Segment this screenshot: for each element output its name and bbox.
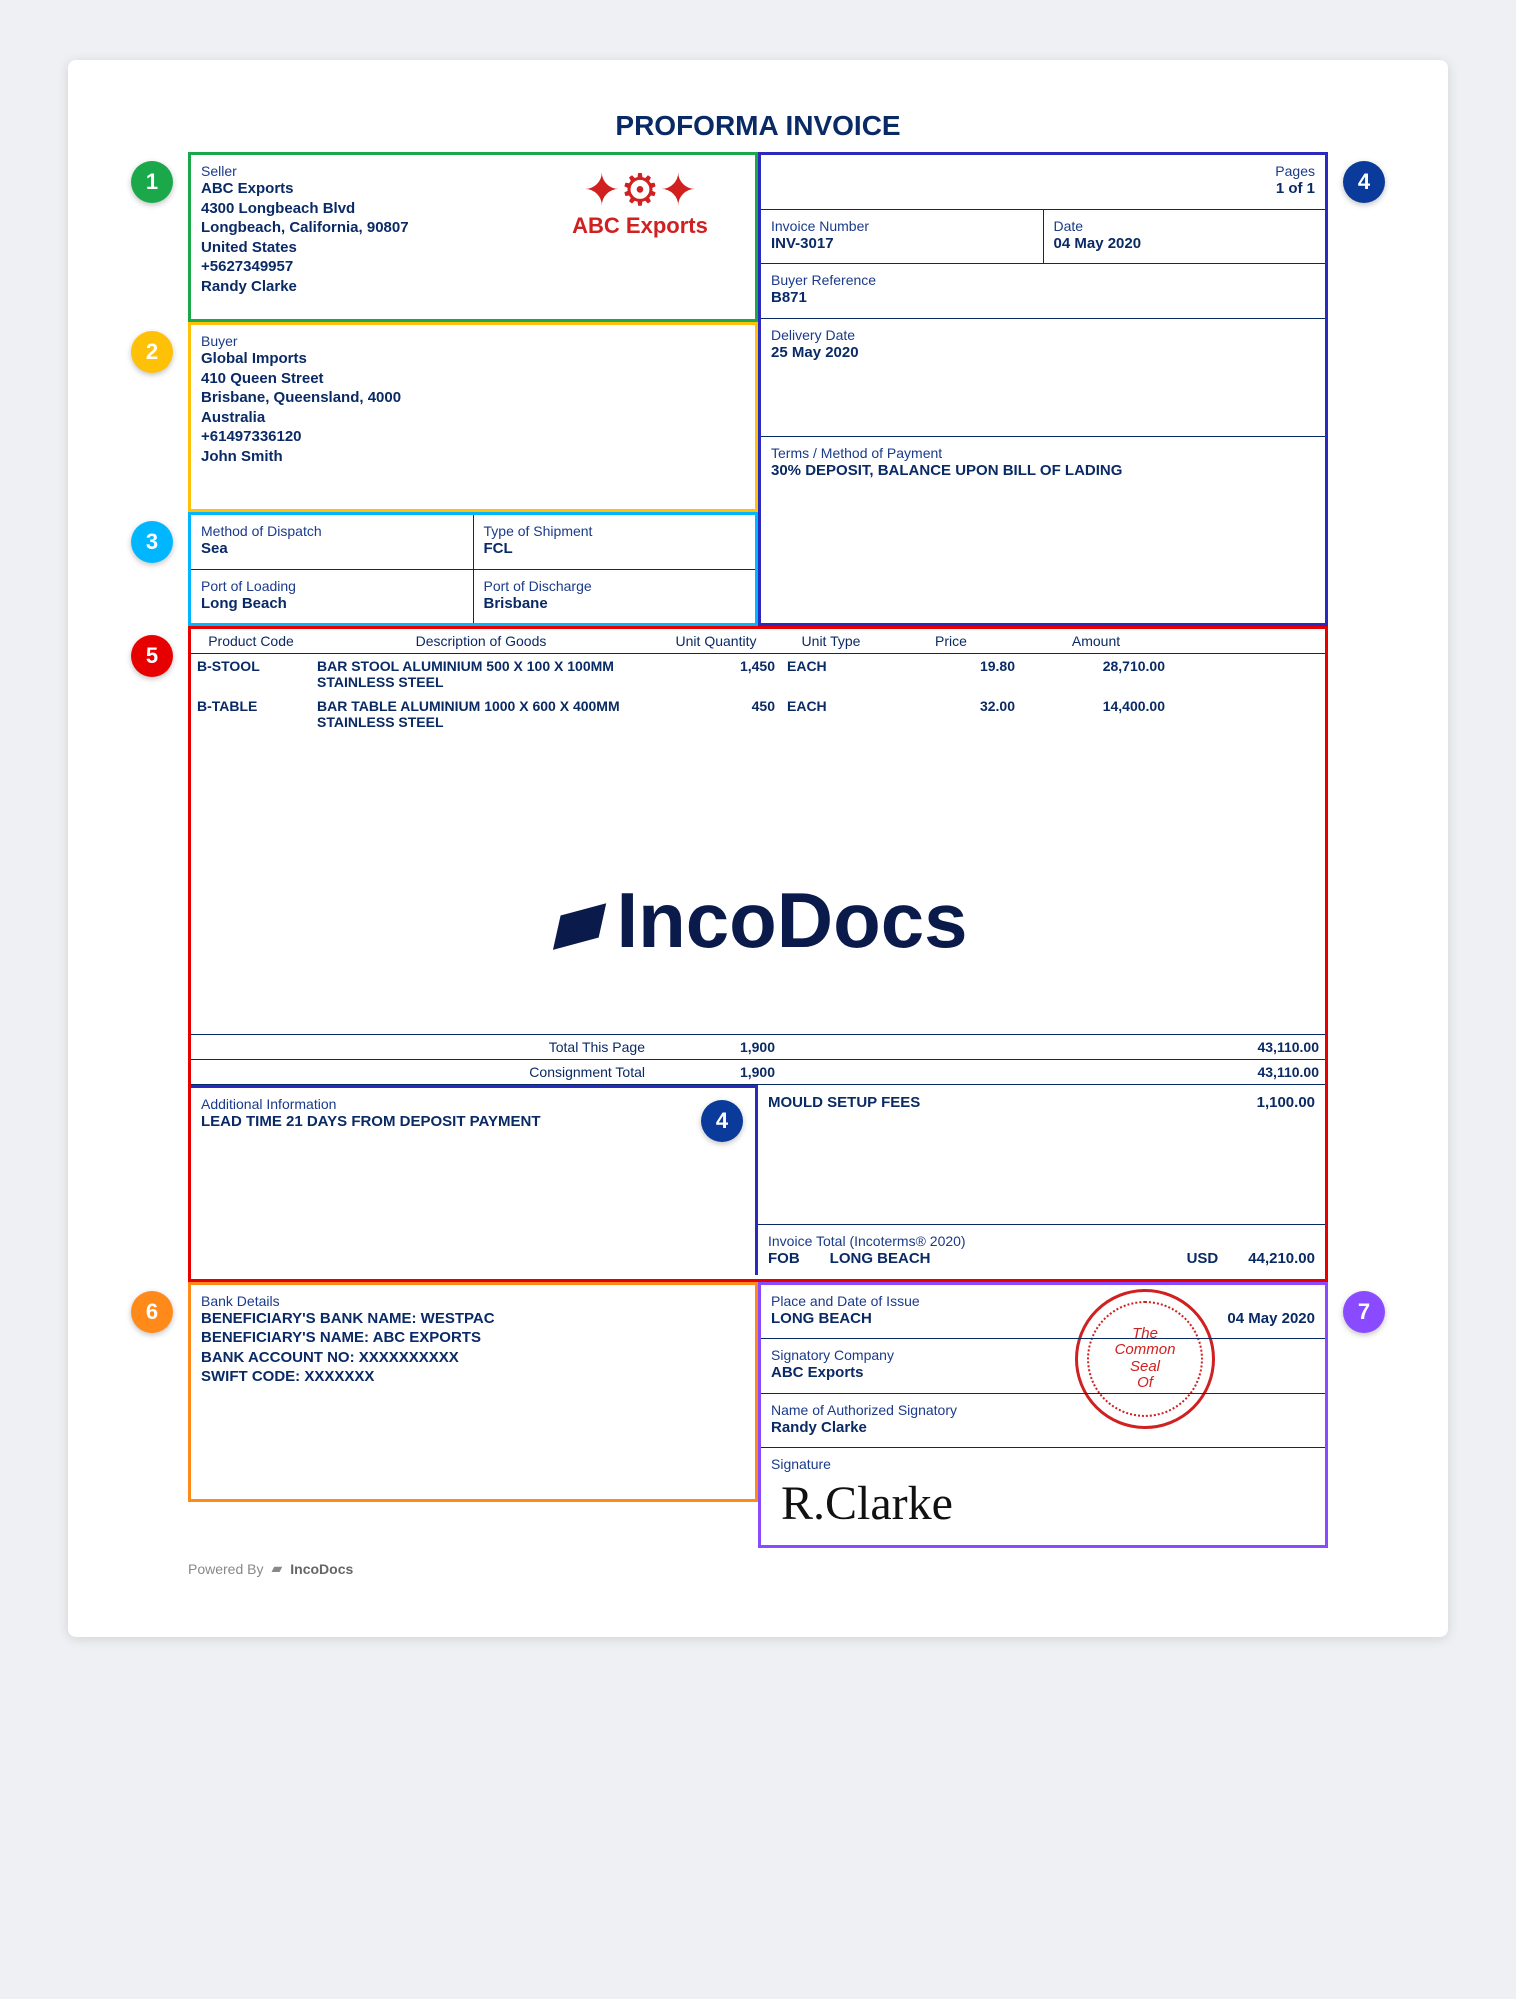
issue-place: LONG BEACH bbox=[771, 1309, 920, 1329]
extra-fee-amt: 1,100.00 bbox=[1257, 1093, 1315, 1214]
issue-box: 7 The Common Seal Of Place and Date of I… bbox=[758, 1282, 1328, 1549]
signature-image: R.Clarke bbox=[771, 1472, 1315, 1535]
h-code: Product Code bbox=[191, 629, 311, 653]
invnum: INV-3017 bbox=[771, 234, 1033, 254]
additional-text: LEAD TIME 21 DAYS FROM DEPOSIT PAYMENT bbox=[201, 1112, 745, 1132]
issue-date: 04 May 2020 bbox=[1227, 1309, 1315, 1329]
invoice-total-label: Invoice Total (Incoterms® 2020) bbox=[768, 1233, 1315, 1249]
delivery-label: Delivery Date bbox=[771, 327, 1315, 343]
h-amt: Amount bbox=[1021, 629, 1171, 653]
dispatch-method: Sea bbox=[201, 539, 463, 559]
buyerref: B871 bbox=[771, 288, 1315, 308]
additional-label: Additional Information bbox=[201, 1096, 745, 1112]
dispatch-box: 3 Method of Dispatch Sea Type of Shipmen… bbox=[188, 512, 758, 626]
buyer-addr1: 410 Queen Street bbox=[201, 369, 745, 389]
footer-brand: IncoDocs bbox=[290, 1561, 353, 1577]
callout-6: 6 bbox=[131, 1291, 173, 1333]
buyer-country: Australia bbox=[201, 408, 745, 428]
buyer-addr2: Brisbane, Queensland, 4000 bbox=[201, 388, 745, 408]
bank-l1: BENEFICIARY'S BANK NAME: WESTPAC bbox=[201, 1309, 745, 1329]
incoterm: FOB bbox=[768, 1249, 800, 1269]
sig-company-label: Signatory Company bbox=[771, 1347, 1315, 1363]
pol: Long Beach bbox=[201, 594, 463, 614]
pod: Brisbane bbox=[484, 594, 746, 614]
seller-logo-text: ABC Exports bbox=[545, 213, 735, 239]
invoice-total-box: Invoice Total (Incoterms® 2020) FOB LONG… bbox=[758, 1225, 1325, 1279]
invoice-sheet: PROFORMA INVOICE 1 ✦⚙✦ ABC Exports Selle… bbox=[68, 60, 1448, 1637]
dispatch-method-label: Method of Dispatch bbox=[201, 523, 463, 539]
callout-5: 5 bbox=[131, 635, 173, 677]
meta-box: 4 Pages 1 of 1 Invoice Number INV-3017 D… bbox=[758, 152, 1328, 626]
date-label: Date bbox=[1054, 218, 1316, 234]
footer-columns: 6 Bank Details BENEFICIARY'S BANK NAME: … bbox=[188, 1282, 1328, 1549]
shipment-type: FCL bbox=[484, 539, 746, 559]
inco-place: LONG BEACH bbox=[830, 1249, 931, 1269]
pages-label: Pages bbox=[771, 163, 1315, 179]
seller-contact: Randy Clarke bbox=[201, 277, 745, 297]
table-row: B-STOOL BAR STOOL ALUMINIUM 500 X 100 X … bbox=[191, 654, 1325, 694]
pages: 1 of 1 bbox=[771, 179, 1315, 199]
signer-name: Randy Clarke bbox=[771, 1418, 1315, 1438]
callout-4b: 4 bbox=[701, 1100, 743, 1142]
pol-label: Port of Loading bbox=[201, 578, 463, 594]
h-desc: Description of Goods bbox=[311, 629, 651, 653]
callout-4: 4 bbox=[1343, 161, 1385, 203]
seller-country: United States bbox=[201, 238, 745, 258]
bank-l2: BENEFICIARY'S NAME: ABC EXPORTS bbox=[201, 1328, 745, 1348]
seller-logo: ✦⚙✦ ABC Exports bbox=[545, 169, 735, 239]
terms-label: Terms / Method of Payment bbox=[771, 445, 1315, 461]
gear-icon: ✦⚙✦ bbox=[545, 169, 735, 213]
signature-label: Signature bbox=[771, 1456, 1315, 1472]
pod-label: Port of Discharge bbox=[484, 578, 746, 594]
h-price: Price bbox=[881, 629, 1021, 653]
stripe-icon: ▰ bbox=[271, 1560, 282, 1577]
document-title: PROFORMA INVOICE bbox=[188, 110, 1328, 142]
consignment-total-row: Consignment Total 1,900 43,110.00 bbox=[191, 1059, 1325, 1084]
header-columns: 1 ✦⚙✦ ABC Exports Seller ABC Exports 430… bbox=[188, 152, 1328, 626]
buyer-box: 2 Buyer Global Imports 410 Queen Street … bbox=[188, 322, 758, 512]
callout-3: 3 bbox=[131, 521, 173, 563]
seller-phone: +5627349957 bbox=[201, 257, 745, 277]
table-row: B-TABLE BAR TABLE ALUMINIUM 1000 X 600 X… bbox=[191, 694, 1325, 734]
products-box: 5 Product Code Description of Goods Unit… bbox=[188, 626, 1328, 1282]
bank-label: Bank Details bbox=[201, 1293, 745, 1309]
buyer-label: Buyer bbox=[201, 333, 745, 349]
extra-fee-label: MOULD SETUP FEES bbox=[768, 1093, 920, 1214]
total-this-page-row: Total This Page 1,900 43,110.00 bbox=[191, 1034, 1325, 1059]
issue-place-label: Place and Date of Issue bbox=[771, 1293, 920, 1309]
callout-1: 1 bbox=[131, 161, 173, 203]
terms: 30% DEPOSIT, BALANCE UPON BILL OF LADING bbox=[771, 461, 1315, 481]
shipment-type-label: Type of Shipment bbox=[484, 523, 746, 539]
callout-2: 2 bbox=[131, 331, 173, 373]
additional-box: 4 Additional Information LEAD TIME 21 DA… bbox=[191, 1085, 758, 1275]
bank-l4: SWIFT CODE: XXXXXXX bbox=[201, 1367, 745, 1387]
date: 04 May 2020 bbox=[1054, 234, 1316, 254]
stripe-icon: ▰ bbox=[538, 869, 620, 972]
h-qty: Unit Quantity bbox=[651, 629, 781, 653]
callout-7: 7 bbox=[1343, 1291, 1385, 1333]
bank-box: 6 Bank Details BENEFICIARY'S BANK NAME: … bbox=[188, 1282, 758, 1502]
fees-box: MOULD SETUP FEES 1,100.00 Invoice Total … bbox=[758, 1085, 1325, 1279]
buyer-contact: John Smith bbox=[201, 447, 745, 467]
h-type: Unit Type bbox=[781, 629, 881, 653]
seller-box: 1 ✦⚙✦ ABC Exports Seller ABC Exports 430… bbox=[188, 152, 758, 322]
buyer-phone: +61497336120 bbox=[201, 427, 745, 447]
bank-l3: BANK ACCOUNT NO: XXXXXXXXXX bbox=[201, 1348, 745, 1368]
invnum-label: Invoice Number bbox=[771, 218, 1033, 234]
buyer-name: Global Imports bbox=[201, 349, 745, 369]
signer-label: Name of Authorized Signatory bbox=[771, 1402, 1315, 1418]
sig-company: ABC Exports bbox=[771, 1363, 1315, 1383]
powered-by: Powered By ▰ IncoDocs bbox=[188, 1560, 1328, 1577]
products-header: Product Code Description of Goods Unit Q… bbox=[191, 629, 1325, 654]
watermark: ▰IncoDocs bbox=[191, 875, 1325, 966]
invoice-total: 44,210.00 bbox=[1248, 1249, 1315, 1269]
delivery-date: 25 May 2020 bbox=[771, 343, 1315, 363]
buyerref-label: Buyer Reference bbox=[771, 272, 1315, 288]
currency: USD bbox=[1187, 1249, 1219, 1269]
